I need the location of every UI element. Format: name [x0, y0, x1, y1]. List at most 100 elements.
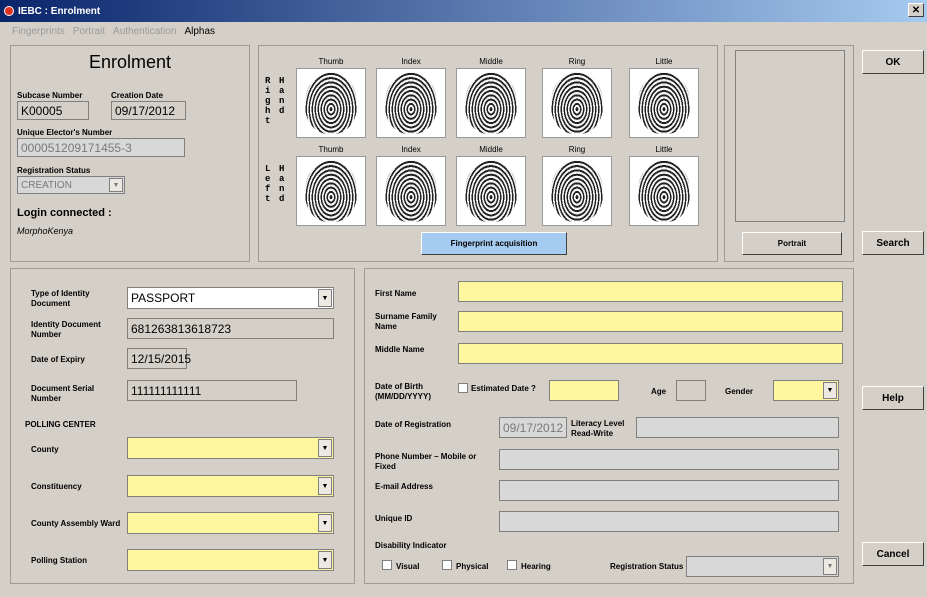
email-label: E-mail Address — [375, 482, 433, 491]
right-little-label: Little — [655, 57, 673, 66]
menu-item-alphas[interactable]: Alphas — [184, 26, 215, 37]
elector-number-label: Unique Elector's Number — [17, 128, 113, 137]
creation-date-field[interactable]: 09/17/2012 — [111, 101, 186, 120]
fingerprint-image — [305, 160, 357, 222]
subcase-field[interactable]: K00005 — [17, 101, 89, 120]
fingerprint-image — [385, 160, 437, 222]
expiry-label: Date of Expiry — [31, 355, 85, 364]
doc-number-label: Identity Document Number — [31, 320, 101, 339]
fingerprint-image — [551, 160, 603, 222]
chevron-down-icon[interactable]: ▼ — [318, 514, 332, 532]
chevron-down-icon[interactable]: ▼ — [318, 289, 332, 307]
age-field[interactable] — [676, 380, 706, 401]
left-little-print[interactable] — [629, 156, 699, 226]
visual-checkbox[interactable] — [382, 560, 392, 570]
left-hand-label-col1: Left — [265, 164, 271, 204]
right-hand-label-col1: Right — [265, 76, 271, 126]
unique-id-field[interactable] — [499, 511, 839, 532]
fingerprint-image — [551, 72, 603, 134]
chevron-down-icon[interactable]: ▼ — [823, 558, 837, 575]
title-bar: IEBC : Enrolment ✕ — [0, 0, 927, 22]
polling-center-heading: POLLING CENTER — [25, 420, 96, 429]
serial-label: Document Serial Number — [31, 384, 95, 403]
window-title: IEBC : Enrolment — [18, 5, 101, 17]
expiry-field[interactable]: 12/15/2015 — [127, 348, 191, 369]
doc-type-label: Type of Identity Document — [31, 289, 90, 308]
first-name-field[interactable] — [458, 281, 843, 302]
search-button[interactable]: Search — [862, 231, 924, 255]
right-index-print[interactable] — [376, 68, 446, 138]
chevron-down-icon[interactable]: ▼ — [318, 477, 332, 495]
fingerprint-image — [465, 72, 517, 134]
email-field[interactable] — [499, 480, 839, 501]
serial-field[interactable]: 111111111111 — [127, 380, 297, 401]
unique-id-label: Unique ID — [375, 514, 413, 523]
registration-status-label: Registration Status — [17, 166, 91, 175]
phone-field[interactable] — [499, 449, 839, 470]
fingerprint-image — [305, 72, 357, 134]
estimated-date-label: Estimated Date ? — [471, 384, 536, 393]
physical-label: Physical — [456, 562, 489, 571]
chevron-down-icon[interactable]: ▼ — [823, 382, 837, 399]
portrait-panel: Portrait — [724, 45, 854, 262]
subcase-label: Subcase Number — [17, 91, 83, 100]
menu-item-authentication[interactable]: Authentication — [113, 26, 176, 37]
help-button[interactable]: Help — [862, 386, 924, 410]
physical-checkbox[interactable] — [442, 560, 452, 570]
phone-label: Phone Number – Mobile or Fixed — [375, 452, 477, 471]
doc-type-select[interactable]: PASSPORT ▼ — [127, 287, 334, 309]
ward-label: County Assembly Ward — [31, 519, 121, 528]
polling-station-select[interactable]: ▼ — [127, 549, 334, 571]
county-select[interactable]: ▼ — [127, 437, 334, 459]
literacy-label: Literacy Level Read-Write — [571, 419, 625, 438]
fingerprint-image — [385, 72, 437, 134]
registration-status-label-2: Registration Status — [610, 562, 684, 571]
right-little-print[interactable] — [629, 68, 699, 138]
registration-date-label: Date of Registration — [375, 420, 452, 429]
right-middle-print[interactable] — [456, 68, 526, 138]
ok-button[interactable]: OK — [862, 50, 924, 74]
creation-date-label: Creation Date — [111, 91, 164, 100]
polling-station-label: Polling Station — [31, 556, 87, 565]
close-icon[interactable]: ✕ — [908, 3, 924, 17]
app-icon — [4, 6, 14, 16]
left-middle-print[interactable] — [456, 156, 526, 226]
left-index-print[interactable] — [376, 156, 446, 226]
left-ring-print[interactable] — [542, 156, 612, 226]
ward-select[interactable]: ▼ — [127, 512, 334, 534]
hearing-label: Hearing — [521, 562, 551, 571]
hearing-checkbox[interactable] — [507, 560, 517, 570]
dob-field[interactable] — [549, 380, 619, 401]
doc-number-field[interactable]: 681263813618723 — [127, 318, 334, 339]
chevron-down-icon[interactable]: ▼ — [318, 439, 332, 457]
constituency-label: Constituency — [31, 482, 82, 491]
gender-select[interactable]: ▼ — [773, 380, 839, 401]
right-thumb-print[interactable] — [296, 68, 366, 138]
registration-status-select[interactable]: CREATION ▼ — [17, 176, 125, 194]
age-label: Age — [651, 387, 667, 396]
doc-type-value: PASSPORT — [131, 291, 196, 305]
constituency-select[interactable]: ▼ — [127, 475, 334, 497]
elector-number-field[interactable]: 000051209171455-3 — [17, 138, 185, 157]
chevron-down-icon[interactable]: ▼ — [109, 178, 123, 192]
left-thumb-print[interactable] — [296, 156, 366, 226]
chevron-down-icon[interactable]: ▼ — [318, 551, 332, 569]
portrait-button[interactable]: Portrait — [742, 232, 842, 255]
right-ring-label: Ring — [568, 57, 586, 66]
registration-status-value: CREATION — [21, 179, 72, 191]
literacy-field[interactable] — [636, 417, 839, 438]
menu-item-fingerprints[interactable]: Fingerprints — [12, 26, 65, 37]
surname-field[interactable] — [458, 311, 843, 332]
county-label: County — [31, 445, 59, 454]
enrolment-heading: Enrolment — [88, 52, 172, 72]
middle-name-field[interactable] — [458, 343, 843, 364]
estimated-date-checkbox[interactable] — [458, 383, 468, 393]
cancel-button[interactable]: Cancel — [862, 542, 924, 566]
right-ring-print[interactable] — [542, 68, 612, 138]
registration-status-select-2[interactable]: ▼ — [686, 556, 839, 577]
fingerprint-acquisition-button[interactable]: Fingerprint acquisition — [421, 232, 567, 255]
menu-item-portrait[interactable]: Portrait — [73, 26, 105, 37]
login-label: Login connected : — [17, 207, 112, 219]
registration-date-field[interactable]: 09/17/2012 — [499, 417, 567, 438]
surname-label: Surname Family Name — [375, 312, 437, 331]
